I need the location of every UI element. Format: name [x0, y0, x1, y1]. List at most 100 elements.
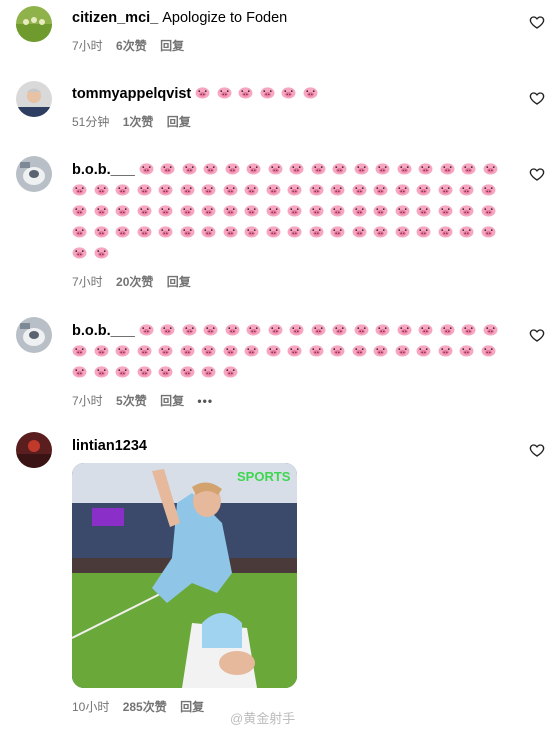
pig-face-emoji-icon [309, 182, 324, 196]
pig-face-emoji-icon [352, 343, 367, 357]
pig-face-emoji-icon [137, 182, 152, 196]
avatar[interactable] [16, 317, 52, 353]
heart-outline-icon[interactable] [529, 166, 545, 182]
pig-face-emoji-icon [266, 224, 281, 238]
pig-face-emoji-icon [352, 224, 367, 238]
reply-button[interactable]: 回复 [160, 394, 184, 408]
pig-face-emoji-icon [158, 182, 173, 196]
pig-face-emoji-icon [180, 182, 195, 196]
pig-face-emoji-icon [238, 85, 253, 99]
pig-face-emoji-icon [395, 203, 410, 217]
like-count[interactable]: 20次赞 [116, 275, 153, 289]
avatar[interactable] [16, 6, 52, 42]
timestamp: 10小时 [72, 700, 110, 714]
pig-face-emoji-icon [260, 85, 275, 99]
pig-face-emoji-icon [461, 322, 476, 336]
reply-button[interactable]: 回复 [167, 115, 191, 129]
like-count[interactable]: 6次赞 [116, 39, 147, 53]
reply-button[interactable]: 回复 [180, 700, 204, 714]
pig-face-emoji-icon [481, 203, 496, 217]
pig-face-emoji-icon [289, 161, 304, 175]
pig-face-emoji-icon [115, 364, 130, 378]
pig-face-emoji-icon [201, 203, 216, 217]
more-dots-icon[interactable]: ••• [197, 394, 213, 408]
comment-text: Apologize to Foden [162, 10, 288, 26]
reply-button[interactable]: 回复 [160, 39, 184, 53]
like-count[interactable]: 285次赞 [123, 700, 167, 714]
pig-face-emoji-icon [309, 343, 324, 357]
pig-face-emoji-icon [203, 322, 218, 336]
pig-face-emoji-icon [217, 85, 232, 99]
pig-face-emoji-icon [330, 182, 345, 196]
username[interactable]: b.o.b.___ [72, 162, 135, 178]
pig-face-emoji-icon [481, 224, 496, 238]
heart-outline-icon[interactable] [529, 442, 545, 458]
pig-face-emoji-icon [461, 161, 476, 175]
pig-face-emoji-icon [459, 203, 474, 217]
pig-face-emoji-icon [332, 322, 347, 336]
pig-face-emoji-icon [459, 182, 474, 196]
pig-face-emoji-icon [309, 224, 324, 238]
pig-face-emoji-icon [332, 161, 347, 175]
timestamp: 7小时 [72, 275, 103, 289]
pig-face-emoji-icon [373, 182, 388, 196]
pig-face-emoji-icon [182, 322, 197, 336]
like-count[interactable]: 1次赞 [123, 115, 154, 129]
pig-face-emoji-icon [223, 203, 238, 217]
pig-face-emoji-icon [244, 224, 259, 238]
pig-face-emoji-icon [483, 161, 498, 175]
timestamp: 7小时 [72, 394, 103, 408]
heart-outline-icon[interactable] [529, 90, 545, 106]
pig-face-emoji-icon [137, 224, 152, 238]
pig-face-emoji-icon [309, 203, 324, 217]
like-count[interactable]: 5次赞 [116, 394, 147, 408]
comment-meta: 7小时 6次赞 回复 [72, 38, 512, 54]
pig-face-emoji-icon [72, 245, 87, 259]
pig-face-emoji-icon [330, 343, 345, 357]
pig-face-emoji-icon [244, 182, 259, 196]
pig-face-emoji-icon [418, 322, 433, 336]
avatar[interactable] [16, 432, 52, 468]
pig-face-emoji-icon [94, 182, 109, 196]
pig-face-emoji-icon [72, 203, 87, 217]
pig-face-emoji-icon [281, 85, 296, 99]
username[interactable]: lintian1234 [72, 438, 147, 454]
pig-face-emoji-icon [330, 203, 345, 217]
avatar[interactable] [16, 156, 52, 192]
pig-face-emoji-icon [266, 343, 281, 357]
pig-face-emoji-icon [72, 182, 87, 196]
comment-meta: 10小时 285次赞 回复 [72, 699, 214, 715]
pig-face-emoji-icon [137, 364, 152, 378]
sports-logo: SPORTS [237, 469, 291, 484]
username[interactable]: citizen_mci_ [72, 10, 158, 26]
username[interactable]: tommyappelqvist [72, 86, 191, 102]
pig-face-emoji-icon [160, 161, 175, 175]
pig-face-emoji-icon [180, 224, 195, 238]
pig-face-emoji-icon [94, 203, 109, 217]
avatar[interactable] [16, 81, 52, 117]
pig-face-emoji-icon [201, 343, 216, 357]
pig-face-emoji-icon [195, 85, 210, 99]
pig-face-emoji-icon [266, 182, 281, 196]
pig-face-emoji-icon [158, 343, 173, 357]
pig-face-emoji-icon [223, 182, 238, 196]
heart-outline-icon[interactable] [529, 327, 545, 343]
pig-face-emoji-icon [225, 161, 240, 175]
gif-image[interactable]: SPORTS [72, 463, 297, 688]
pig-face-emoji-icon [416, 343, 431, 357]
reply-button[interactable]: 回复 [167, 275, 191, 289]
username[interactable]: b.o.b.___ [72, 323, 135, 339]
pig-face-emoji-icon [375, 161, 390, 175]
pig-face-emoji-icon [137, 343, 152, 357]
pig-emoji-row [72, 162, 504, 262]
heart-outline-icon[interactable] [529, 14, 545, 30]
pig-face-emoji-icon [289, 322, 304, 336]
pig-face-emoji-icon [440, 161, 455, 175]
pig-face-emoji-icon [180, 343, 195, 357]
pig-face-emoji-icon [223, 343, 238, 357]
pig-face-emoji-icon [266, 203, 281, 217]
pig-face-emoji-icon [201, 224, 216, 238]
pig-face-emoji-icon [459, 343, 474, 357]
pig-face-emoji-icon [303, 85, 318, 99]
pig-face-emoji-icon [287, 224, 302, 238]
